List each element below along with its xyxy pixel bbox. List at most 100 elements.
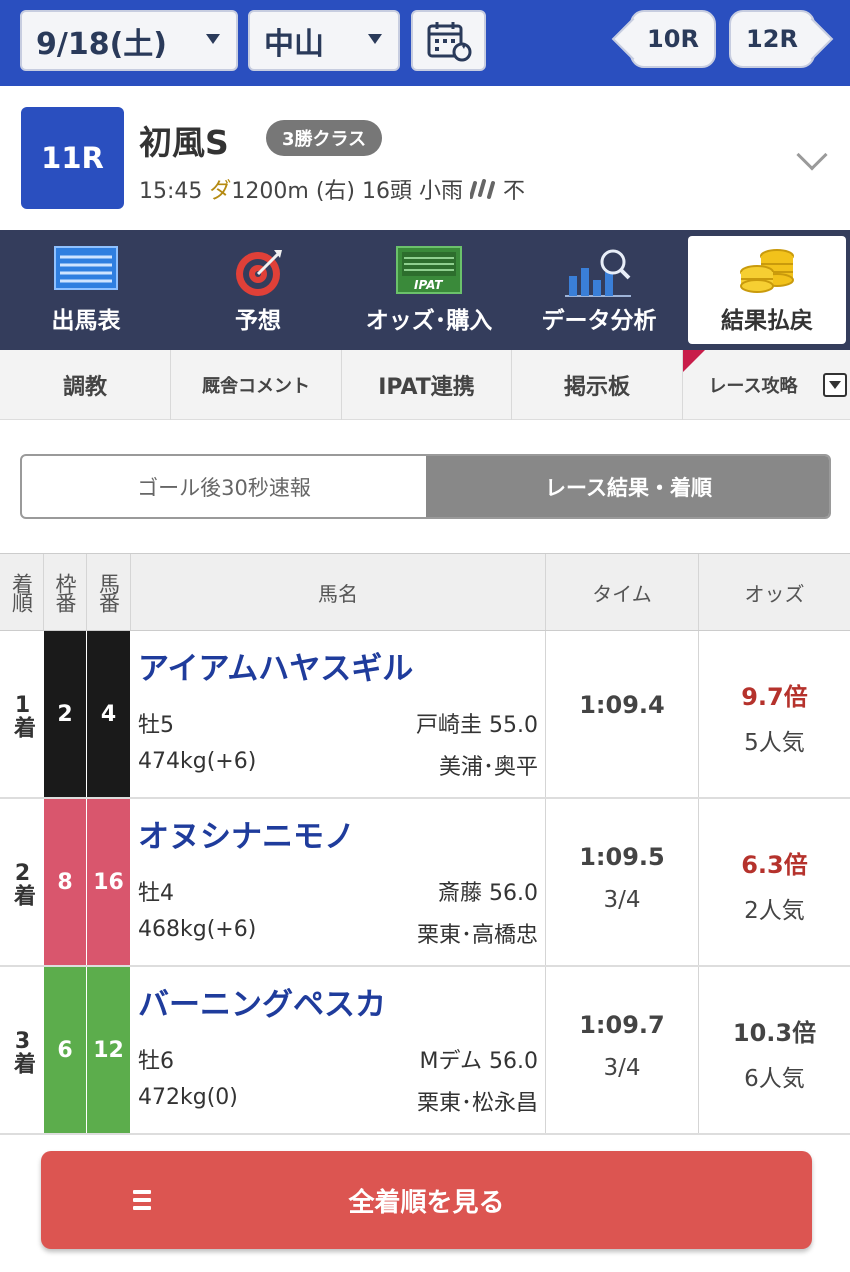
header-position: 着順 <box>0 554 44 630</box>
toggle-quick-report[interactable]: ゴール後30秒速報 <box>22 456 426 517</box>
race-name: 初風S <box>139 123 229 162</box>
subnav-training[interactable]: 調教 <box>0 350 171 420</box>
toggle-race-results[interactable]: レース結果・着順 <box>426 456 829 517</box>
race-runners: 16頭 <box>362 179 413 204</box>
horse-weight: 468kg(+6) <box>138 917 257 942</box>
finish-position: 1着 <box>10 692 35 736</box>
chart-magnifier-icon <box>565 249 631 297</box>
column-divider <box>698 967 699 1133</box>
next-race-label: 12R <box>746 25 798 53</box>
finish-time: 1:09.7 <box>579 1011 665 1039</box>
date-select[interactable]: 9/18(土) <box>20 10 238 71</box>
popularity: 6人気 <box>744 1066 805 1092</box>
race-distance: 1200m (右) <box>231 179 356 204</box>
table-row[interactable]: 2着 8 16 オヌシナニモノ 牡4 468kg(+6) 斎藤 56.0 栗東･… <box>0 799 850 967</box>
horse-number: 16 <box>87 799 130 965</box>
svg-text:IPAT: IPAT <box>414 278 443 292</box>
horse-name-link[interactable]: オヌシナニモノ <box>138 811 355 856</box>
nav-odds-purchase[interactable]: IPAT オッズ･購入 <box>344 230 514 350</box>
nav-data-analysis-label: データ分析 <box>541 308 657 334</box>
chevron-down-icon <box>206 34 220 44</box>
all-results-label: 全着順を見る <box>348 1187 505 1218</box>
win-odds: 10.3倍 <box>732 1019 817 1047</box>
table-row[interactable]: 3着 6 12 バーニングペスカ 牡6 472kg(0) Mデム 56.0 栗東… <box>0 967 850 1135</box>
expand-chevron-icon[interactable] <box>796 139 828 171</box>
result-view-toggle: ゴール後30秒速報 レース結果・着順 <box>20 454 831 519</box>
race-track-condition: 不 <box>503 179 526 204</box>
race-header[interactable]: 11R 初風S 3勝クラス 15:45 ダ1200m (右) 16頭 小雨 不 <box>0 86 850 230</box>
trainer: 美浦･奥平 <box>438 755 538 780</box>
finish-time: 1:09.4 <box>579 691 665 719</box>
horse-weight: 474kg(+6) <box>138 749 257 774</box>
sex-age: 牡5 <box>138 713 174 738</box>
date-value: 9/18(土) <box>36 26 168 62</box>
rain-icon <box>469 179 496 199</box>
header-waku: 枠番 <box>44 554 87 630</box>
jockey-weight: 斎藤 56.0 <box>438 881 538 906</box>
list-icon <box>133 1190 151 1214</box>
horse-number: 12 <box>87 967 130 1133</box>
finish-time: 1:09.5 <box>579 843 665 871</box>
popularity: 5人気 <box>744 730 805 756</box>
column-divider <box>698 799 699 965</box>
race-weather: 小雨 <box>419 179 464 204</box>
prev-race-label: 10R <box>647 25 699 53</box>
nav-entry-table[interactable]: 出馬表 <box>0 230 172 350</box>
jockey-weight: 戸崎圭 55.0 <box>416 713 538 738</box>
finish-position: 3着 <box>10 1028 35 1072</box>
coins-icon <box>740 249 794 293</box>
ipat-icon: IPAT <box>396 246 462 294</box>
horse-name-link[interactable]: アイアムハヤスギル <box>138 643 413 688</box>
all-results-button[interactable]: 全着順を見る <box>41 1151 812 1249</box>
race-info: 15:45 ダ1200m (右) 16頭 小雨 不 <box>139 173 525 205</box>
top-bar: 9/18(土) 中山 10R 12R <box>0 0 850 86</box>
nav-data-analysis[interactable]: データ分析 <box>514 230 684 350</box>
race-time: 15:45 <box>139 179 203 204</box>
new-flag-icon <box>683 350 705 372</box>
sex-age: 牡4 <box>138 881 174 906</box>
header-odds: オッズ <box>744 581 805 606</box>
trainer: 栗東･高橋忠 <box>416 923 538 948</box>
race-class-badge: 3勝クラス <box>266 120 383 156</box>
subnav-dropdown-icon[interactable] <box>823 373 847 397</box>
finish-position: 2着 <box>10 860 35 904</box>
header-horse-name: 馬名 <box>131 554 546 630</box>
waku-number: 8 <box>44 799 87 965</box>
header-time: タイム <box>546 554 699 630</box>
subnav-stable-comment[interactable]: 厩舎コメント <box>171 350 342 420</box>
column-divider <box>698 631 699 797</box>
subnav-ipat-link[interactable]: IPAT連携 <box>342 350 512 420</box>
margin: 3/4 <box>603 1055 641 1081</box>
nav-results-payout[interactable]: 結果払戻 <box>688 236 846 344</box>
horse-number: 4 <box>87 631 130 797</box>
nav-results-payout-label: 結果払戻 <box>721 308 813 334</box>
entry-table-icon <box>54 246 118 290</box>
race-surface: ダ <box>209 179 232 204</box>
nav-prediction-label: 予想 <box>235 308 281 334</box>
chevron-down-icon <box>368 34 382 44</box>
calendar-refresh-icon <box>427 21 471 61</box>
column-divider <box>545 967 546 1133</box>
popularity: 2人気 <box>744 898 805 924</box>
next-race-button[interactable]: 12R <box>729 10 834 68</box>
nav-odds-purchase-label: オッズ･購入 <box>365 308 493 334</box>
target-icon <box>236 250 282 296</box>
prev-race-button[interactable]: 10R <box>611 10 716 68</box>
main-nav: 出馬表 予想 IPAT オッズ･購入 データ分析 結果払戻 <box>0 230 850 350</box>
waku-number: 6 <box>44 967 87 1133</box>
table-header: 着順 枠番 馬番 馬名 タイム オッズ <box>0 553 850 631</box>
sex-age: 牡6 <box>138 1049 174 1074</box>
subnav-bulletin-board[interactable]: 掲示板 <box>512 350 683 420</box>
trainer: 栗東･松永昌 <box>416 1091 538 1116</box>
sub-nav: 調教 厩舎コメント IPAT連携 掲示板 レース攻略 <box>0 350 850 420</box>
horse-name-link[interactable]: バーニングペスカ <box>138 979 386 1024</box>
nav-prediction[interactable]: 予想 <box>172 230 344 350</box>
venue-select[interactable]: 中山 <box>248 10 400 71</box>
win-odds: 9.7倍 <box>741 683 808 711</box>
calendar-button[interactable] <box>411 10 486 71</box>
column-divider <box>545 799 546 965</box>
win-odds: 6.3倍 <box>741 851 808 879</box>
table-row[interactable]: 1着 2 4 アイアムハヤスギル 牡5 474kg(+6) 戸崎圭 55.0 美… <box>0 631 850 799</box>
nav-entry-table-label: 出馬表 <box>51 308 121 334</box>
jockey-weight: Mデム 56.0 <box>419 1049 538 1074</box>
